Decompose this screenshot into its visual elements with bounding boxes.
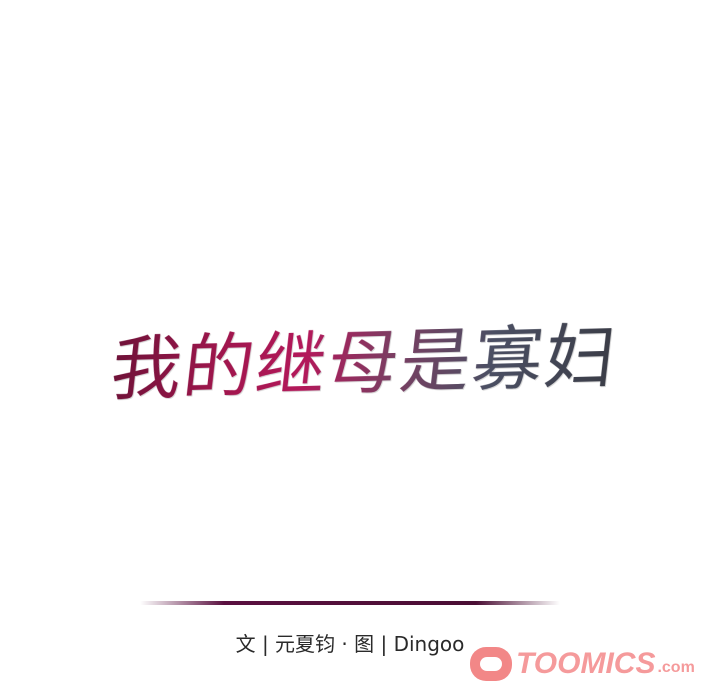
toomics-logo-text: TOOMICS (516, 647, 656, 680)
comic-title: 我的继母是寡妇 (40, 292, 690, 422)
toomics-logo-icon (470, 647, 512, 681)
toomics-logo-suffix: .com (657, 659, 695, 676)
divider-line (140, 601, 560, 605)
toomics-logo: TOOMICS .com (470, 644, 695, 684)
comic-title-text: 我的继母是寡妇 (106, 300, 623, 414)
